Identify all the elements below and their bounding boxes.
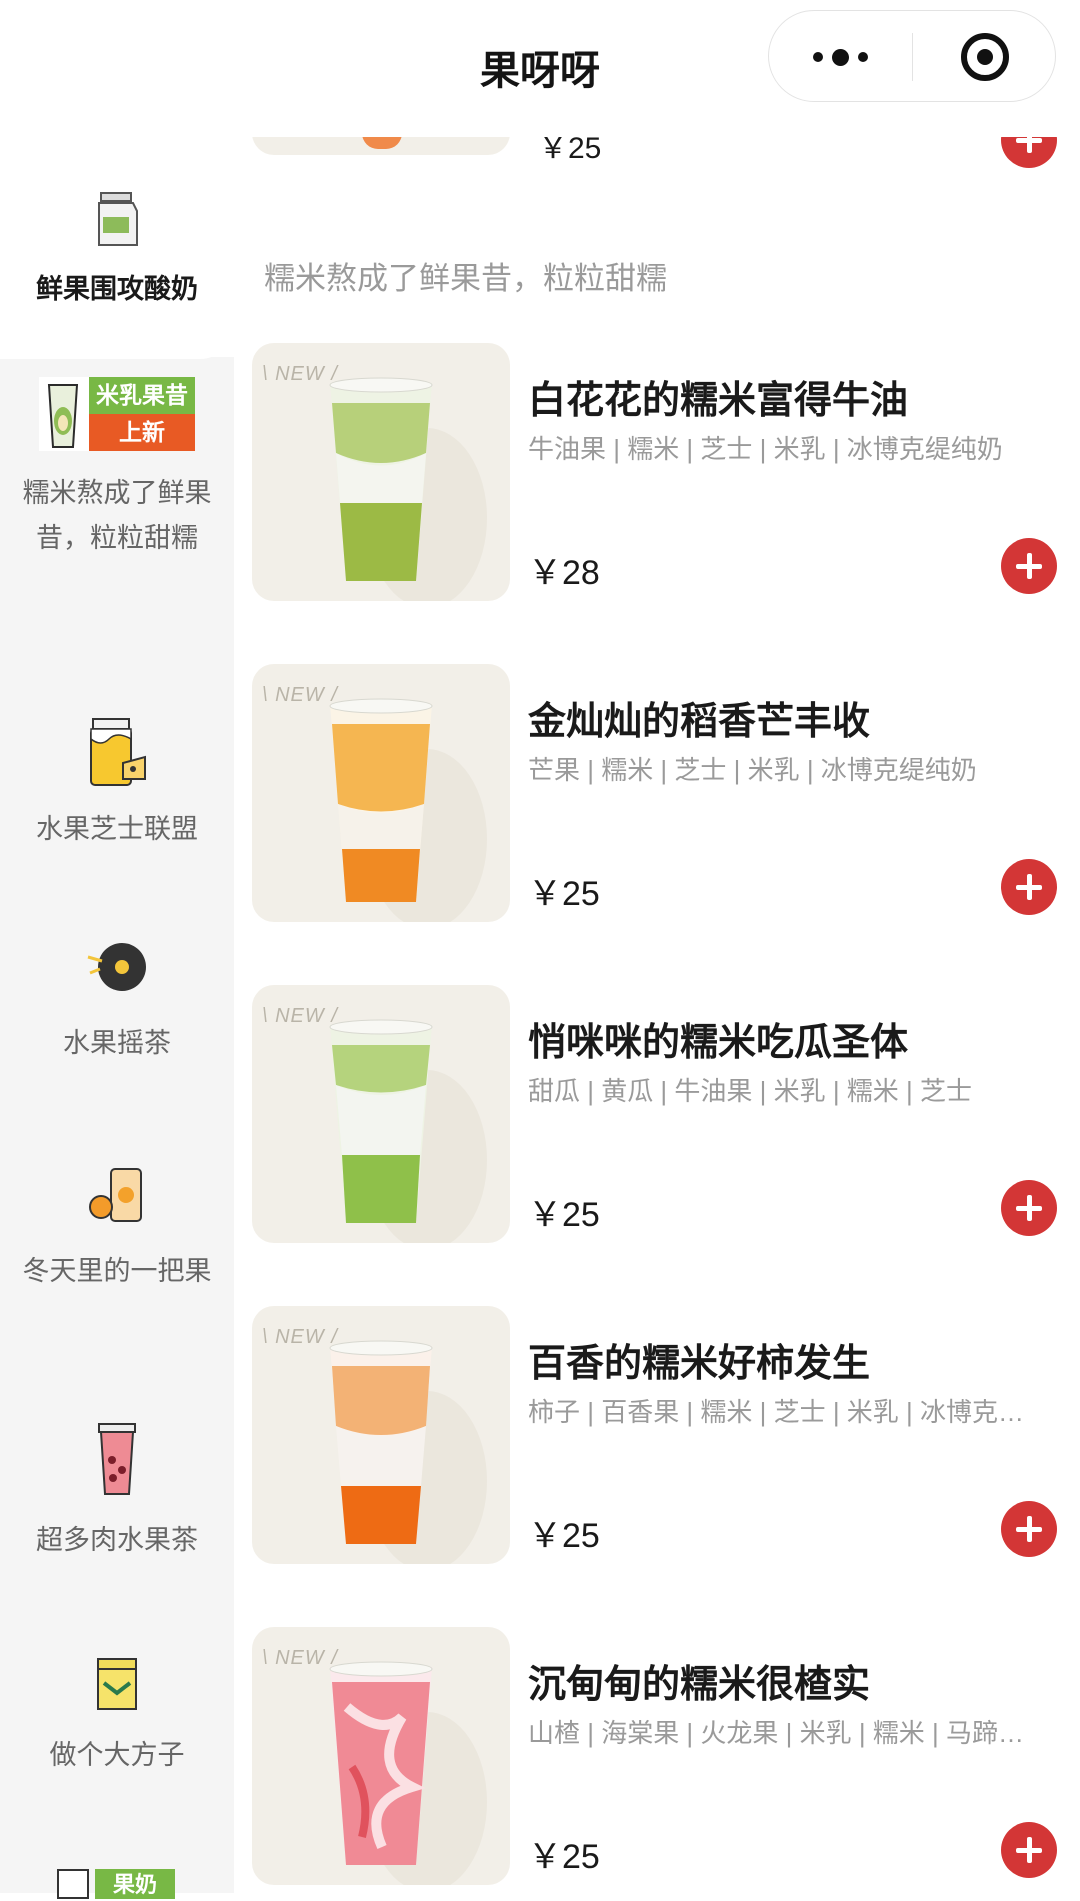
- sidebar-item-winter-fruit[interactable]: 冬天里的一把果: [0, 1165, 234, 1445]
- banner-bottom-text: 上新: [89, 414, 195, 451]
- sidebar-item-fruit-tea[interactable]: 超多肉水果茶: [0, 1422, 234, 1652]
- product-list: ￥25 糯米熬成了鲜果昔，粒粒甜糯 \ NEW / 白花花的糯米富得牛油 牛油果…: [234, 137, 1080, 1893]
- product-name: 金灿灿的稻香芒丰收: [528, 701, 871, 743]
- add-to-cart-button[interactable]: [1001, 1501, 1057, 1557]
- sidebar-item-label: 冬天里的一把果: [22, 1256, 212, 1286]
- product-image: \ NEW /: [252, 343, 510, 601]
- product-price: ￥25: [528, 1196, 600, 1234]
- section-title: 糯米熬成了鲜果昔，粒粒甜糯: [264, 261, 667, 296]
- more-dots-icon: [813, 52, 823, 62]
- sidebar-item-label: 鲜果围攻酸奶: [36, 274, 198, 304]
- banner-top-text: 米乳果昔: [89, 377, 195, 414]
- sidebar-item-yogurt-overlay: 鲜果围攻酸奶: [0, 137, 234, 357]
- product-ingredients: 牛油果 | 糯米 | 芝士 | 米乳 | 冰博克缇纯奶: [528, 434, 1003, 464]
- product-ingredients: 芒果 | 糯米 | 芝士 | 米乳 | 冰博克缇纯奶: [528, 755, 977, 785]
- sidebar-item-cheese[interactable]: 水果芝士联盟: [0, 717, 234, 947]
- product-price: ￥25: [528, 1517, 600, 1555]
- sidebar-item-label: 水果摇茶: [63, 1028, 171, 1058]
- add-to-cart-button[interactable]: [1001, 859, 1057, 915]
- add-to-cart-button[interactable]: [1001, 137, 1057, 168]
- product-price: ￥25: [528, 875, 600, 913]
- product-price: ￥25: [528, 1838, 600, 1876]
- product-name: 白花花的糯米富得牛油: [528, 380, 909, 422]
- product-image: [252, 137, 510, 155]
- fruit-tea-cup-icon: [95, 1422, 139, 1498]
- nav-bar: 果呀呀: [0, 0, 1080, 137]
- cheese-jar-icon: [85, 717, 149, 789]
- product-image: \ NEW /: [252, 1306, 510, 1564]
- sidebar-item-label: 水果芝士联盟: [36, 814, 198, 844]
- product-price: ￥25: [538, 137, 602, 165]
- sidebar-item-label: 做个大方子: [49, 1740, 185, 1770]
- product-name: 悄咪咪的糯米吃瓜圣体: [528, 1022, 909, 1064]
- sidebar-item-fruit-milk[interactable]: 果奶: [0, 1869, 234, 1899]
- product-image: \ NEW /: [252, 664, 510, 922]
- product-image: \ NEW /: [252, 985, 510, 1243]
- sidebar-item-rice-smoothie[interactable]: 米乳果昔 上新 糯米熬成了鲜果昔，粒粒甜糯: [0, 377, 234, 717]
- product-card[interactable]: \ NEW / 悄咪咪的糯米吃瓜圣体 甜瓜 | 黄瓜 | 牛油果 | 米乳 | …: [252, 985, 1080, 1245]
- more-dots-icon: [858, 52, 868, 62]
- product-name: 沉甸甸的糯米很楂实: [528, 1664, 871, 1706]
- close-button[interactable]: [913, 11, 1056, 103]
- add-to-cart-button[interactable]: [1001, 1822, 1057, 1878]
- banner-label: 果奶: [95, 1869, 175, 1899]
- product-ingredients: 山楂 | 海棠果 | 火龙果 | 米乳 | 糯米 | 马蹄…: [528, 1718, 1025, 1748]
- product-price: ￥28: [528, 554, 600, 592]
- new-product-banner: 米乳果昔 上新: [39, 377, 195, 451]
- product-name: 百香的糯米好柿发生: [528, 1343, 871, 1385]
- product-ingredients: 甜瓜 | 黄瓜 | 牛油果 | 米乳 | 糯米 | 芝士: [528, 1076, 973, 1106]
- sidebar-item-shake-tea[interactable]: 水果摇茶: [0, 937, 234, 1167]
- add-to-cart-button[interactable]: [1001, 538, 1057, 594]
- mini-program-capsule: [768, 10, 1056, 102]
- orange-jar-icon: [87, 1165, 147, 1225]
- add-to-cart-button[interactable]: [1001, 1180, 1057, 1236]
- fruit-milk-banner: 果奶: [57, 1869, 177, 1899]
- product-card[interactable]: \ NEW / 白花花的糯米富得牛油 牛油果 | 糯米 | 芝士 | 米乳 | …: [252, 343, 1080, 603]
- product-ingredients: 柿子 | 百香果 | 糯米 | 芝士 | 米乳 | 冰博克…: [528, 1397, 1025, 1427]
- product-card[interactable]: \ NEW / 金灿灿的稻香芒丰收 芒果 | 糯米 | 芝士 | 米乳 | 冰博…: [252, 664, 1080, 924]
- product-card[interactable]: \ NEW / 百香的糯米好柿发生 柿子 | 百香果 | 糯米 | 芝士 | 米…: [252, 1306, 1080, 1566]
- milk-carton-icon: [93, 191, 141, 247]
- target-close-icon: [960, 33, 1009, 81]
- partial-product-card: ￥25: [252, 137, 1080, 168]
- tea-can-icon: [94, 1657, 140, 1713]
- category-sidebar: Ko! 鲜果围攻酸奶 鲜果围攻酸奶 米乳果昔 上新: [0, 137, 234, 1899]
- product-image: \ NEW /: [252, 1627, 510, 1885]
- sidebar-item-big-recipe[interactable]: 做个大方子: [0, 1657, 234, 1867]
- more-dots-icon: [832, 48, 849, 66]
- sidebar-item-label: 糯米熬成了鲜果昔，粒粒甜糯: [22, 478, 212, 553]
- vinyl-record-icon: [84, 937, 150, 997]
- product-card[interactable]: \ NEW / 沉甸甸的糯米很楂实 山楂 | 海棠果 | 火龙果 | 米乳 | …: [252, 1627, 1080, 1887]
- more-button[interactable]: [769, 11, 912, 103]
- sidebar-item-label: 超多肉水果茶: [36, 1525, 198, 1555]
